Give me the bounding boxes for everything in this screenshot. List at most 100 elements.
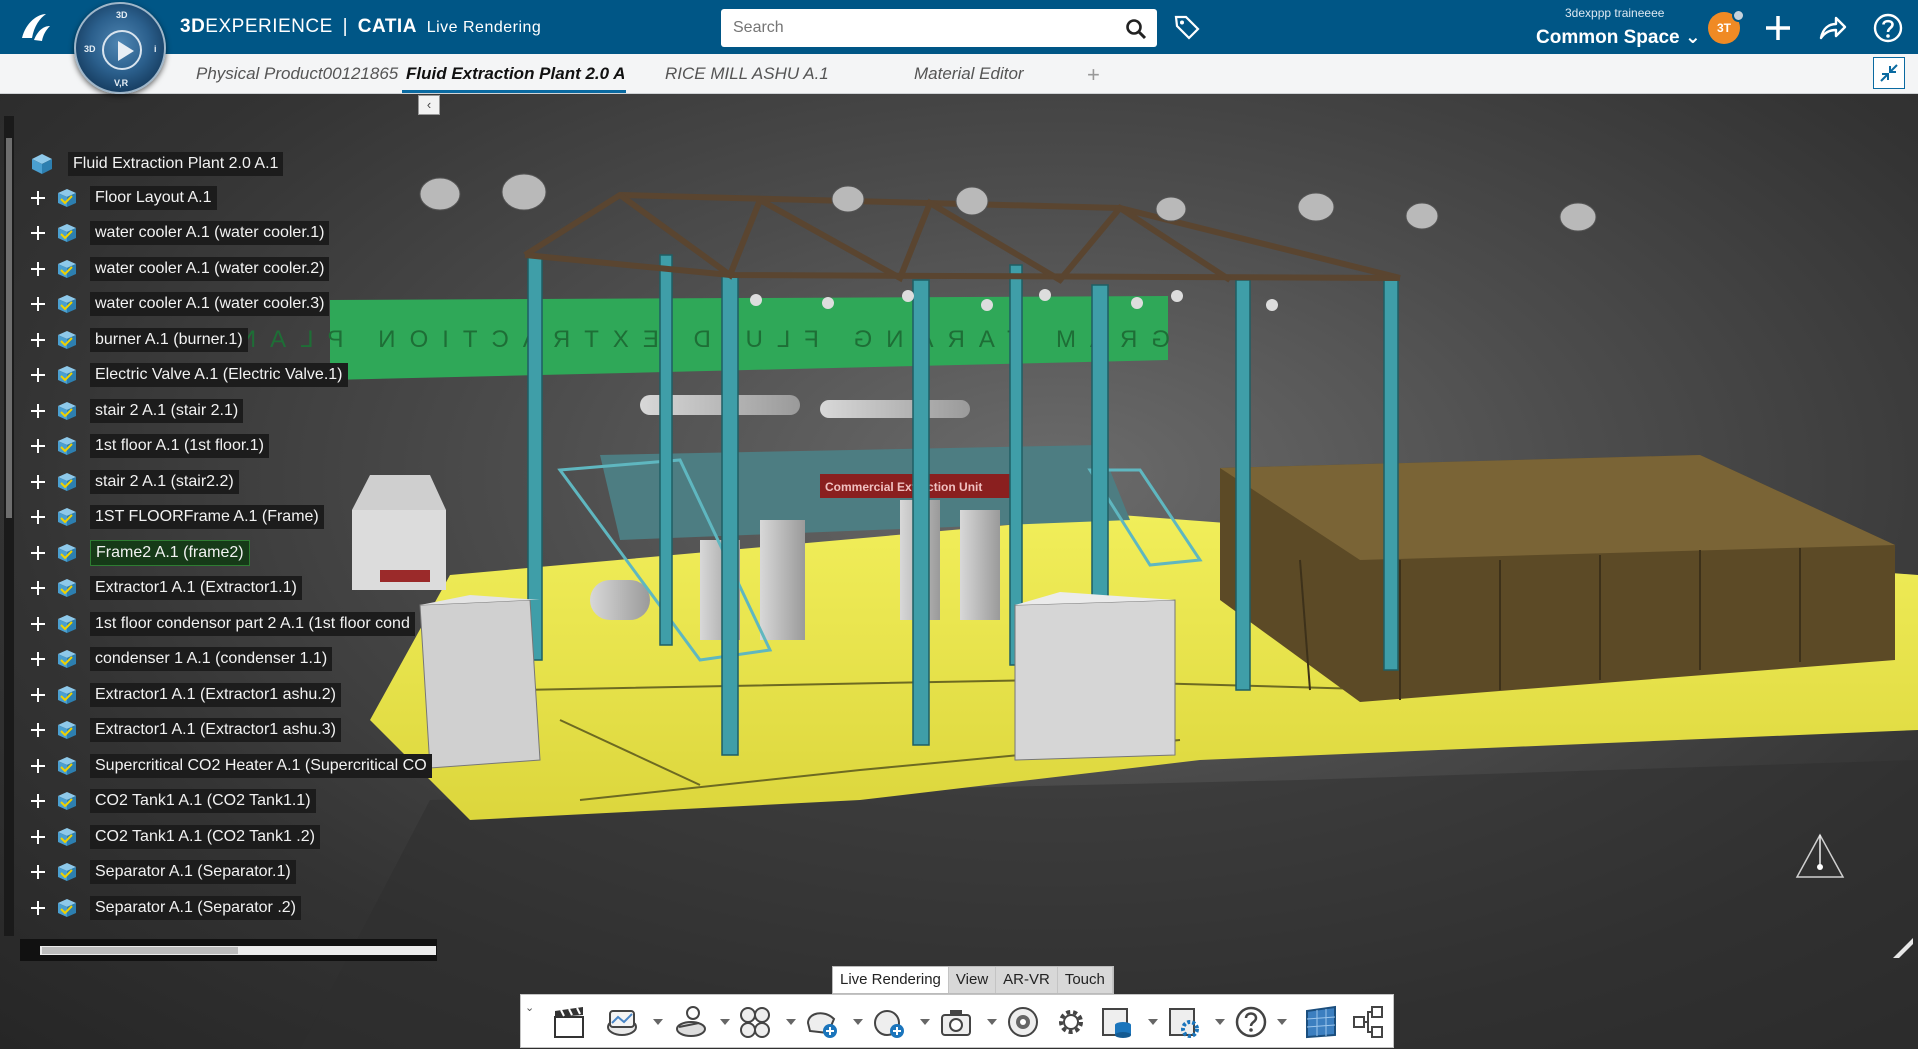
tree-item[interactable]: 1ST FLOORFrame A.1 (Frame) <box>30 504 324 530</box>
tab-rice-mill[interactable]: RICE MILL ASHU A.1 <box>665 64 829 84</box>
expand-icon[interactable] <box>30 296 46 312</box>
tree-collapse-button[interactable]: ‹ <box>418 95 440 115</box>
action-bar-expand-icon[interactable]: ⌄ <box>525 1001 534 1014</box>
tree-item[interactable]: Extractor1 A.1 (Extractor1 ashu.2) <box>30 682 341 708</box>
minimize-button[interactable] <box>1873 57 1905 89</box>
search-input[interactable] <box>721 9 1101 47</box>
tree-root-label: Fluid Extraction Plant 2.0 A.1 <box>68 152 284 176</box>
add-tab-button[interactable]: + <box>1087 62 1100 88</box>
tree-item[interactable]: 1st floor condensor part 2 A.1 (1st floo… <box>30 611 415 637</box>
tab-ar-vr[interactable]: AR-VR <box>996 967 1058 993</box>
tab-fluid-extraction[interactable]: Fluid Extraction Plant 2.0 A.1 <box>406 64 624 84</box>
expand-icon[interactable] <box>30 829 46 845</box>
tree-item[interactable]: Extractor1 A.1 (Extractor1 ashu.3) <box>30 717 341 743</box>
expand-icon[interactable] <box>30 332 46 348</box>
expand-icon[interactable] <box>30 722 46 738</box>
tree-item[interactable]: Electric Valve A.1 (Electric Valve.1) <box>30 362 348 388</box>
structure-icon[interactable] <box>1350 1003 1386 1041</box>
environment-dropdown[interactable] <box>653 1019 663 1025</box>
database-icon[interactable] <box>1099 1003 1135 1041</box>
camera-icon[interactable] <box>938 1003 974 1041</box>
tree-item[interactable]: Floor Layout A.1 <box>30 185 217 211</box>
play-icon[interactable] <box>102 30 142 70</box>
search-icon[interactable] <box>1125 18 1147 40</box>
tree-item[interactable]: Extractor1 A.1 (Extractor1.1) <box>30 575 302 601</box>
stage-dropdown[interactable] <box>920 1019 930 1025</box>
tree-item[interactable]: Frame2 A.1 (frame2) <box>30 539 250 566</box>
settings-icon[interactable] <box>1053 1003 1089 1041</box>
tree-item[interactable]: condenser 1 A.1 (condenser 1.1) <box>30 646 333 672</box>
search-box[interactable] <box>721 9 1157 47</box>
materials-icon[interactable] <box>737 1003 773 1041</box>
expand-icon[interactable] <box>30 758 46 774</box>
tree-item[interactable]: water cooler A.1 (water cooler.2) <box>30 256 330 282</box>
stage-icon[interactable] <box>871 1003 907 1041</box>
expand-icon[interactable] <box>30 261 46 277</box>
expand-icon[interactable] <box>30 864 46 880</box>
expand-icon[interactable] <box>30 580 46 596</box>
expand-icon[interactable] <box>30 509 46 525</box>
environment-icon[interactable] <box>604 1003 640 1041</box>
tree-root[interactable]: Fluid Extraction Plant 2.0 A.1 <box>30 151 284 177</box>
axis-triad-icon[interactable] <box>1785 827 1855 887</box>
avatar[interactable]: 3T <box>1708 9 1745 44</box>
expand-icon[interactable] <box>30 545 46 561</box>
materials-dropdown[interactable] <box>786 1019 796 1025</box>
lighting-icon[interactable] <box>671 1003 707 1041</box>
expand-icon[interactable] <box>30 793 46 809</box>
tree-item[interactable]: Supercritical CO2 Heater A.1 (Supercriti… <box>30 753 432 779</box>
corner-arrow-icon[interactable] <box>1893 938 1913 958</box>
compass-button[interactable]: 3D 3D i V,R <box>74 2 166 94</box>
scrollbar-thumb[interactable] <box>42 947 238 954</box>
tree-item-label: Extractor1 A.1 (Extractor1 ashu.3) <box>90 718 341 742</box>
space-selector[interactable]: Common Space ⌄ <box>1536 26 1701 49</box>
expand-icon[interactable] <box>30 651 46 667</box>
tree-item[interactable]: water cooler A.1 (water cooler.3) <box>30 291 330 317</box>
texture-icon[interactable] <box>1303 1003 1339 1041</box>
options-icon[interactable] <box>1166 1003 1202 1041</box>
camera-dropdown[interactable] <box>987 1019 997 1025</box>
help-icon[interactable] <box>1233 1003 1269 1041</box>
tree-horizontal-scrollbar[interactable] <box>20 939 437 961</box>
dassault-logo-icon[interactable] <box>16 8 56 48</box>
tab-live-rendering[interactable]: Live Rendering <box>833 967 949 993</box>
tree-item[interactable]: 1st floor A.1 (1st floor.1) <box>30 433 269 459</box>
share-icon[interactable] <box>1816 12 1848 44</box>
options-dropdown[interactable] <box>1215 1019 1225 1025</box>
expand-icon[interactable] <box>30 403 46 419</box>
tab-material-editor[interactable]: Material Editor <box>914 64 1024 84</box>
tab-view[interactable]: View <box>949 967 997 993</box>
tree-item[interactable]: stair 2 A.1 (stair 2.1) <box>30 398 244 424</box>
part-icon <box>58 863 76 881</box>
tab-physical-product[interactable]: Physical Product00121865 <box>196 64 398 84</box>
brand-main: EXPERIENCE <box>205 16 333 37</box>
expand-icon[interactable] <box>30 616 46 632</box>
expand-icon[interactable] <box>30 438 46 454</box>
clapperboard-icon[interactable] <box>551 1003 587 1041</box>
expand-icon[interactable] <box>30 190 46 206</box>
expand-icon[interactable] <box>30 900 46 916</box>
tab-touch[interactable]: Touch <box>1058 967 1113 993</box>
expand-icon[interactable] <box>30 225 46 241</box>
shape-icon[interactable] <box>804 1003 840 1041</box>
tag-icon[interactable] <box>1173 13 1201 41</box>
tree-item[interactable]: burner A.1 (burner.1) <box>30 327 248 353</box>
expand-icon[interactable] <box>30 367 46 383</box>
brand-separator: | <box>342 16 348 37</box>
expand-icon[interactable] <box>30 474 46 490</box>
add-icon[interactable] <box>1762 12 1794 44</box>
tree-item[interactable]: Separator A.1 (Separator.1) <box>30 859 296 885</box>
help-dropdown[interactable] <box>1277 1019 1287 1025</box>
tree-item[interactable]: CO2 Tank1 A.1 (CO2 Tank1 .2) <box>30 824 320 850</box>
render-icon[interactable] <box>1005 1003 1041 1041</box>
tree-item[interactable]: CO2 Tank1 A.1 (CO2 Tank1.1) <box>30 788 316 814</box>
tree-item[interactable]: Separator A.1 (Separator .2) <box>30 895 301 921</box>
database-dropdown[interactable] <box>1148 1019 1158 1025</box>
expand-icon[interactable] <box>30 687 46 703</box>
tree-item[interactable]: stair 2 A.1 (stair2.2) <box>30 469 239 495</box>
compass-label-top: 3D <box>116 10 128 20</box>
lighting-dropdown[interactable] <box>720 1019 730 1025</box>
tree-item[interactable]: water cooler A.1 (water cooler.1) <box>30 220 330 246</box>
help-icon[interactable] <box>1872 12 1904 44</box>
shape-dropdown[interactable] <box>853 1019 863 1025</box>
